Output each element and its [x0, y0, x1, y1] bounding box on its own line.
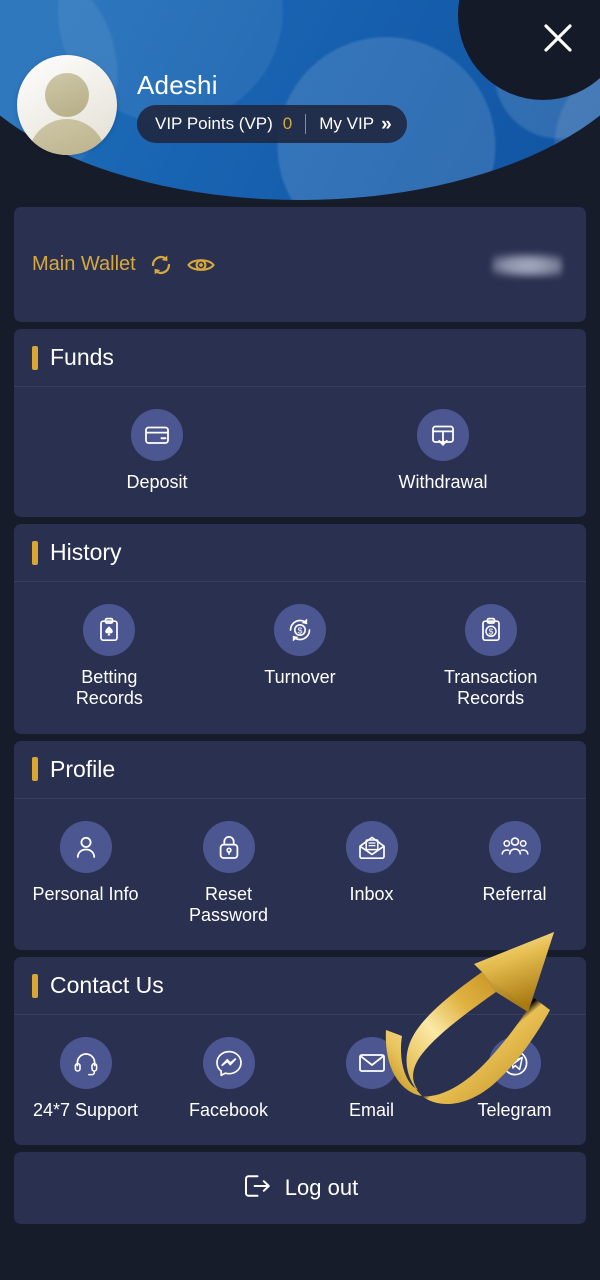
section-accent-bar: [32, 757, 38, 782]
tile-label: Referral: [482, 883, 547, 904]
tile-label: Email: [348, 1100, 394, 1121]
tile-label: Deposit: [126, 472, 188, 492]
tile-label: Personal Info: [32, 883, 139, 904]
logout-label: Log out: [284, 1175, 359, 1201]
section-header-contact-us: Contact Us: [14, 957, 586, 1016]
logout-icon: [242, 1172, 272, 1205]
wallet-left-group: Main Wallet: [32, 252, 216, 278]
group-people-icon: [488, 820, 541, 873]
funds-grid: Deposit Withdrawal: [14, 387, 586, 517]
tile-label: Telegram: [477, 1100, 552, 1121]
section-accent-bar: [32, 345, 38, 370]
avatar[interactable]: [17, 55, 117, 155]
tile-email[interactable]: Email: [300, 1037, 443, 1121]
tile-betting-records[interactable]: Betting Records: [14, 604, 205, 709]
section-title: Profile: [50, 755, 116, 782]
section-header-profile: Profile: [14, 741, 586, 799]
tile-transaction-records[interactable]: $ Transaction Records: [395, 604, 586, 709]
headset-icon: [59, 1037, 112, 1090]
tile-inbox[interactable]: Inbox: [300, 820, 443, 926]
vip-points-label: VIP Points (VP): [155, 114, 273, 133]
section-title: Funds: [50, 344, 114, 370]
section-header-history: History: [14, 524, 586, 583]
tile-turnover[interactable]: $ Turnover: [205, 604, 396, 709]
profile-screen: Adeshi VIP Points (VP) 0 My VIP » Main W…: [0, 0, 600, 1280]
lock-icon: [202, 820, 255, 873]
svg-text:$: $: [488, 627, 493, 637]
tile-withdrawal[interactable]: Withdrawal: [300, 409, 586, 493]
tile-label: Betting Records: [75, 667, 143, 709]
content-area: Main Wallet Funds Deposit Withdrawal His…: [0, 200, 600, 1225]
tile-label: 24*7 Support: [32, 1100, 139, 1121]
main-wallet-label: Main Wallet: [32, 253, 136, 275]
avatar-body: [28, 119, 106, 155]
open-envelope-icon: [345, 820, 398, 873]
section-title: Contact Us: [50, 972, 164, 999]
tile-telegram[interactable]: Telegram: [443, 1037, 586, 1121]
section-profile: Profile Personal Info Reset Password Inb…: [14, 740, 586, 951]
eye-icon[interactable]: [186, 252, 216, 278]
refresh-icon[interactable]: [148, 252, 174, 278]
tile-label: Inbox: [349, 883, 394, 904]
envelope-icon: [345, 1037, 398, 1090]
profile-grid: Personal Info Reset Password Inbox Refer…: [14, 799, 586, 950]
section-accent-bar: [32, 973, 38, 998]
user-name: Adeshi: [137, 70, 218, 100]
history-grid: Betting Records $ Turnover $ Transaction…: [14, 582, 586, 733]
close-icon[interactable]: [532, 12, 584, 64]
tile-support[interactable]: 24*7 Support: [14, 1037, 157, 1121]
vip-points-value: 0: [282, 114, 293, 133]
section-funds: Funds Deposit Withdrawal: [14, 329, 586, 518]
credit-card-icon: [131, 409, 183, 461]
tile-personal-info[interactable]: Personal Info: [14, 820, 157, 926]
section-header-funds: Funds: [14, 329, 586, 387]
user-icon: [59, 820, 112, 873]
tile-facebook[interactable]: Facebook: [157, 1037, 300, 1121]
my-vip-label: My VIP: [319, 114, 375, 133]
clipboard-spade-icon: [83, 604, 136, 657]
section-title: History: [50, 539, 122, 566]
card-download-icon: [417, 409, 469, 461]
vip-separator: [305, 114, 307, 134]
telegram-icon: [488, 1037, 541, 1090]
tile-label: Turnover: [264, 667, 336, 688]
chevron-double-right-icon: »: [381, 113, 392, 135]
avatar-head: [45, 73, 89, 117]
tile-label: Facebook: [188, 1100, 269, 1121]
tile-label: Withdrawal: [398, 472, 488, 492]
clipboard-dollar-icon: $: [464, 604, 517, 657]
tile-referral[interactable]: Referral: [443, 820, 586, 926]
messenger-icon: [202, 1037, 255, 1090]
logout-button[interactable]: Log out: [14, 1152, 586, 1225]
vip-badge[interactable]: VIP Points (VP) 0 My VIP »: [137, 105, 407, 143]
tile-label: Transaction Records: [443, 667, 538, 709]
section-contact-us: Contact Us 24*7 Support Facebook Email T…: [14, 957, 586, 1146]
section-history: History Betting Records $ Turnover $ Tra…: [14, 524, 586, 734]
wallet-balance-value[interactable]: [492, 251, 562, 278]
svg-text:$: $: [298, 626, 303, 636]
profile-header: Adeshi VIP Points (VP) 0 My VIP »: [0, 0, 600, 200]
refresh-dollar-icon: $: [273, 604, 326, 657]
tile-deposit[interactable]: Deposit: [14, 409, 300, 493]
contact-grid: 24*7 Support Facebook Email Telegram: [14, 1015, 586, 1145]
section-accent-bar: [32, 540, 38, 565]
tile-reset-password[interactable]: Reset Password: [157, 820, 300, 926]
tile-label: Reset Password: [188, 883, 269, 925]
main-wallet-card: Main Wallet: [14, 207, 586, 322]
